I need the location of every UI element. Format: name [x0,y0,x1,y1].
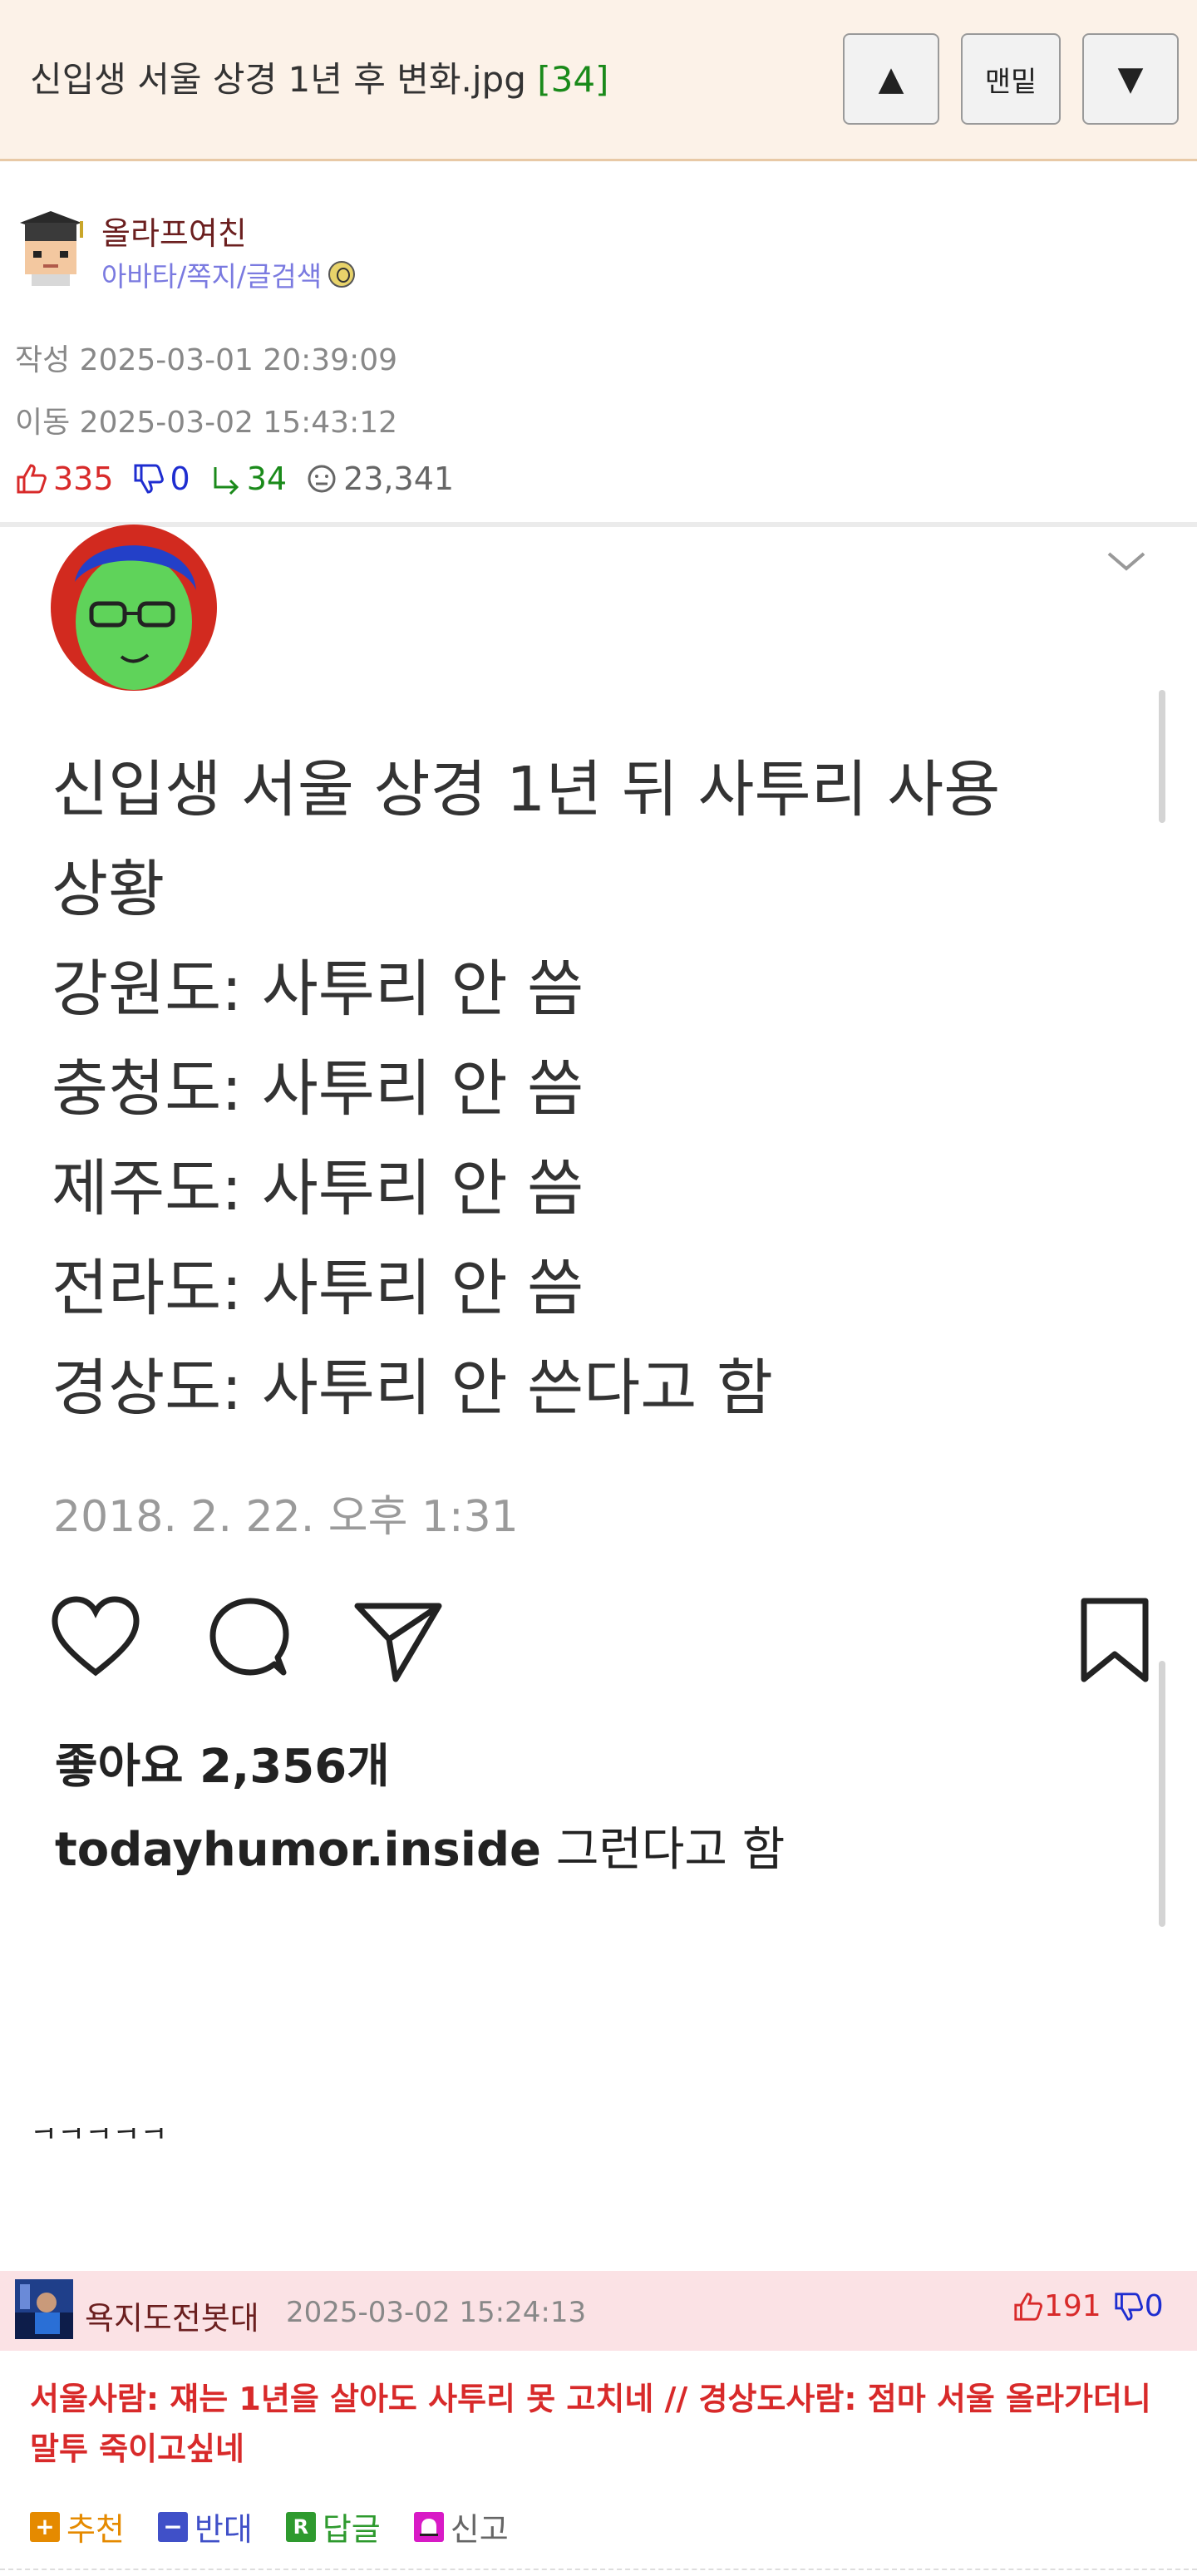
moved-date: 이동 2025-03-02 15:43:12 [15,406,398,440]
downvote-count: 0 [170,461,190,497]
caption-text: 그런다고 함 [541,1823,786,1877]
embedded-action-icons [50,1596,1164,1687]
embedded-likes: 좋아요 2,356개 [55,1740,390,1794]
chevron-down-icon[interactable] [1106,549,1147,574]
scrollbar[interactable] [1159,1661,1165,1927]
down-arrow-icon: ▼ [1117,60,1144,98]
divider [0,2569,1197,2572]
go-bottom-button[interactable]: 맨밑 [961,33,1061,125]
profile-picture [51,525,217,691]
post-line: 충청도: 사투리 안 씀 [52,1053,584,1125]
reply-stat[interactable]: 34 [209,461,287,497]
comment-actions: + 추천 − 반대 R 답글 신고 [30,2504,542,2549]
downvote-stat[interactable]: 0 [132,461,190,497]
post-body-text-content: ㅋㅋㅋㅋㅋ [30,2128,168,2146]
heart-icon [52,1596,140,1677]
embedded-caption: todayhumor.inside 그런다고 함 [55,1812,785,1879]
author-avatar[interactable] [15,209,86,286]
upvote-count: 335 [53,461,114,497]
post-line: 강원도: 사투리 안 씀 [52,953,584,1025]
view-face-icon [308,465,336,493]
scrollbar[interactable] [1159,690,1165,823]
post-title: 신입생 서울 상경 1년 후 변화.jpg [34] [30,52,608,102]
go-bottom-label: 맨밑 [984,65,1037,99]
embedded-post-text: 신입생 서울 상경 1년 뒤 사투리 사용 상황 강원도: 사투리 안 씀 충청… [52,740,1000,1438]
post-line: 상황 [52,854,165,925]
comment-bubble-icon [209,1598,289,1676]
comment-downvote[interactable]: 0 [1113,2289,1164,2323]
thumb-down-icon [134,464,164,494]
post-title-text: 신입생 서울 상경 1년 후 변화.jpg [30,59,526,100]
scroll-up-button[interactable]: ▲ [843,33,939,125]
recommend-button[interactable]: + 추천 [30,2504,125,2549]
up-arrow-icon: ▲ [878,60,904,98]
oppose-label: 반대 [194,2511,253,2548]
comment-upvote-count: 191 [1044,2289,1101,2323]
embedded-post-date: 2018. 2. 22. 오후 1:31 [53,1492,519,1542]
member-badge-icon [328,261,356,288]
thumb-up-icon [1014,2292,1042,2321]
post-line: 경상도: 사투리 안 쓴다고 함 [52,1352,773,1424]
oppose-button[interactable]: − 반대 [157,2504,253,2549]
comment-downvote-count: 0 [1144,2289,1164,2323]
reply-button[interactable]: R 답글 [285,2504,381,2549]
post-line: 신입생 서울 상경 1년 뒤 사투리 사용 [52,754,1001,825]
thumb-down-icon [1115,2292,1143,2321]
comment-text: 서울사람: 쟤는 1년을 살아도 사투리 못 고치네 // 경상도사람: 점마 … [30,2381,1151,2467]
post-line: 제주도: 사투리 안 씀 [52,1153,584,1224]
commenter-avatar[interactable] [15,2279,73,2339]
thumb-up-icon [17,464,47,494]
author-links-text[interactable]: 아바타/쪽지/글검색 [101,254,322,294]
commenter-name[interactable]: 욕지도전봇대 [85,2293,259,2338]
reply-arrow-icon [214,467,239,495]
view-count: 23,341 [343,461,455,497]
caption-username: todayhumor.inside [55,1823,542,1877]
reply-label: 답글 [322,2511,381,2548]
minus-icon: − [157,2511,188,2542]
comment-upvote[interactable]: 191 [1012,2289,1101,2323]
post-stats: 335 0 34 23,341 [15,461,472,497]
send-icon [354,1603,442,1682]
plus-icon: + [30,2511,60,2542]
author-links[interactable]: 아바타/쪽지/글검색 [101,254,356,294]
bookmark-icon [1081,1598,1149,1682]
report-button[interactable]: 신고 [413,2504,509,2549]
report-icon [413,2511,444,2542]
report-label: 신고 [450,2511,509,2548]
top-bar: 신입생 서울 상경 1년 후 변화.jpg [34] ▲ 맨밑 ▼ [0,0,1197,161]
author-name[interactable]: 올라프여친 [101,208,247,254]
recommend-label: 추천 [66,2511,125,2548]
upvote-stat[interactable]: 335 [15,461,114,497]
reply-r-icon: R [285,2511,316,2542]
comment-time: 2025-03-02 15:24:13 [286,2296,587,2329]
post-body-text: ㅋㅋㅋㅋㅋ [30,2128,168,2146]
written-date: 작성 2025-03-01 20:39:09 [15,343,398,377]
view-stat: 23,341 [305,461,454,497]
reply-count: 34 [246,461,288,497]
scroll-down-button[interactable]: ▼ [1082,33,1179,125]
comment-count[interactable]: [34] [537,59,608,100]
comment-votes: 191 0 [1012,2289,1164,2323]
post-line: 전라도: 사투리 안 씀 [52,1253,584,1324]
